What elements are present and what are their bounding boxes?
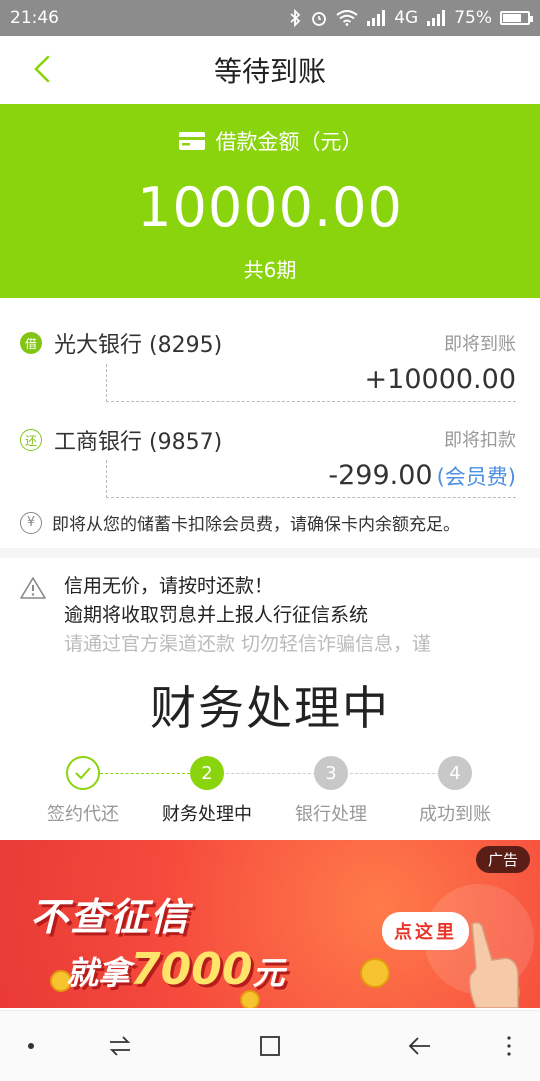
bluetooth-icon <box>290 9 301 27</box>
processing-title: 财务处理中 <box>150 681 390 735</box>
loan-amount-label-row: 借款金额（元） <box>0 126 540 156</box>
ad-tag: 广告 <box>475 846 530 873</box>
step-bank: 3 银行处理 <box>271 756 391 826</box>
loan-amount-label: 借款金额（元） <box>215 130 363 154</box>
step-label-4: 成功到账 <box>419 804 491 825</box>
status-icons: 4G 75% <box>288 8 533 28</box>
warning-line-3: 请通过官方渠道还款 切勿轻信诈骗信息，谨 <box>64 633 432 652</box>
ad-subline-suffix: 元 <box>252 954 285 992</box>
debit-bank-name: 工商银行 (9857) <box>54 430 223 455</box>
credit-warning: 信用无价，请按时还款！ 逾期将收取罚息并上报人行征信系统 请通过官方渠道还款 切… <box>20 572 520 652</box>
menu-dots-icon[interactable] <box>504 1033 514 1059</box>
card-icon <box>178 132 205 150</box>
debit-bank-status: 即将扣款 <box>444 430 516 451</box>
alarm-icon <box>312 12 327 26</box>
dot-icon[interactable] <box>26 1033 36 1059</box>
ad-headline: 不查征信 <box>30 895 191 939</box>
switch-apps-icon[interactable] <box>108 1033 132 1059</box>
warning-icon <box>20 577 46 599</box>
coin-icon <box>360 958 390 988</box>
membership-fee-link[interactable]: (会员费) <box>437 465 516 489</box>
step-check-icon <box>66 756 100 790</box>
incoming-bank-head: 借 光大银行 (8295) <box>20 327 222 359</box>
fee-notice-text: 即将从您的储蓄卡扣除会员费，请确保卡内余额充足。 <box>52 515 460 535</box>
warning-line-2: 逾期将收取罚息并上报人行征信系统 <box>64 604 369 626</box>
repay-tag-icon: 还 <box>20 429 42 451</box>
incoming-amount: +10000.00 <box>364 364 516 395</box>
back-arrow-icon[interactable] <box>28 54 58 84</box>
network-type: 4G <box>394 8 419 28</box>
step-label-2: 财务处理中 <box>162 804 252 825</box>
incoming-bank-status: 即将到账 <box>444 334 516 355</box>
app-header: 等待到账 <box>0 36 540 104</box>
nav-back-icon[interactable] <box>406 1033 432 1059</box>
status-bar: 21:46 4G 75% <box>0 0 540 36</box>
debit-amount-box: -299.00 (会员费) <box>106 460 516 498</box>
battery-icon <box>500 11 533 25</box>
incoming-amount-box: +10000.00 <box>106 364 516 402</box>
home-square-icon[interactable] <box>258 1033 282 1059</box>
debit-bank-head: 还 工商银行 (9857) <box>20 424 222 456</box>
step-sign: 签约代还 <box>23 756 143 826</box>
loan-amount-banner: 借款金额（元） 10000.00 共6期 <box>0 104 540 298</box>
step-success: 4 成功到账 <box>395 756 515 826</box>
loan-amount: 10000.00 <box>137 176 403 239</box>
wifi-icon <box>336 10 358 26</box>
step-label-1: 签约代还 <box>47 804 119 825</box>
ad-amount: 7000 <box>130 944 253 995</box>
ad-subline-prefix: 就拿 <box>66 954 131 992</box>
debit-amount: -299.00 <box>328 460 433 491</box>
signal-icon <box>427 10 446 26</box>
status-time: 21:46 <box>10 8 59 28</box>
pointing-hand-icon <box>468 921 519 1008</box>
incoming-bank-name: 光大银行 (8295) <box>54 333 223 358</box>
loan-periods: 共6期 <box>243 258 297 282</box>
step-finance: 2 财务处理中 <box>147 756 267 826</box>
progress-stepper: 签约代还 2 财务处理中 3 银行处理 4 成功到账 <box>0 756 540 832</box>
yen-icon: ¥ <box>20 511 42 534</box>
system-nav-bar <box>0 1010 540 1081</box>
warning-text: 信用无价，请按时还款！ 逾期将收取罚息并上报人行征信系统 请通过官方渠道还款 切… <box>64 572 431 652</box>
incoming-bank-row: 借 光大银行 (8295) 即将到账 +10000.00 <box>0 300 540 404</box>
signal-icon <box>367 10 386 26</box>
borrow-tag-icon: 借 <box>20 332 42 354</box>
fee-notice: ¥ 即将从您的储蓄卡扣除会员费，请确保卡内余额充足。 <box>20 510 460 535</box>
step-label-3: 银行处理 <box>295 804 367 825</box>
ad-banner[interactable]: 广告 不查征信 就拿7000元 点这里 <box>0 840 540 1008</box>
ad-subline: 就拿7000元 <box>66 944 285 995</box>
ad-click-button[interactable]: 点这里 <box>382 912 469 950</box>
page-title: 等待到账 <box>213 55 326 88</box>
step-number-3: 3 <box>314 756 348 790</box>
step-number-4: 4 <box>438 756 472 790</box>
debit-bank-row: 还 工商银行 (9857) 即将扣款 -299.00 (会员费) <box>0 404 540 500</box>
section-divider <box>0 548 540 558</box>
battery-percent: 75% <box>454 8 492 28</box>
step-number-2: 2 <box>190 756 224 790</box>
warning-line-1: 信用无价，请按时还款！ <box>64 575 274 597</box>
